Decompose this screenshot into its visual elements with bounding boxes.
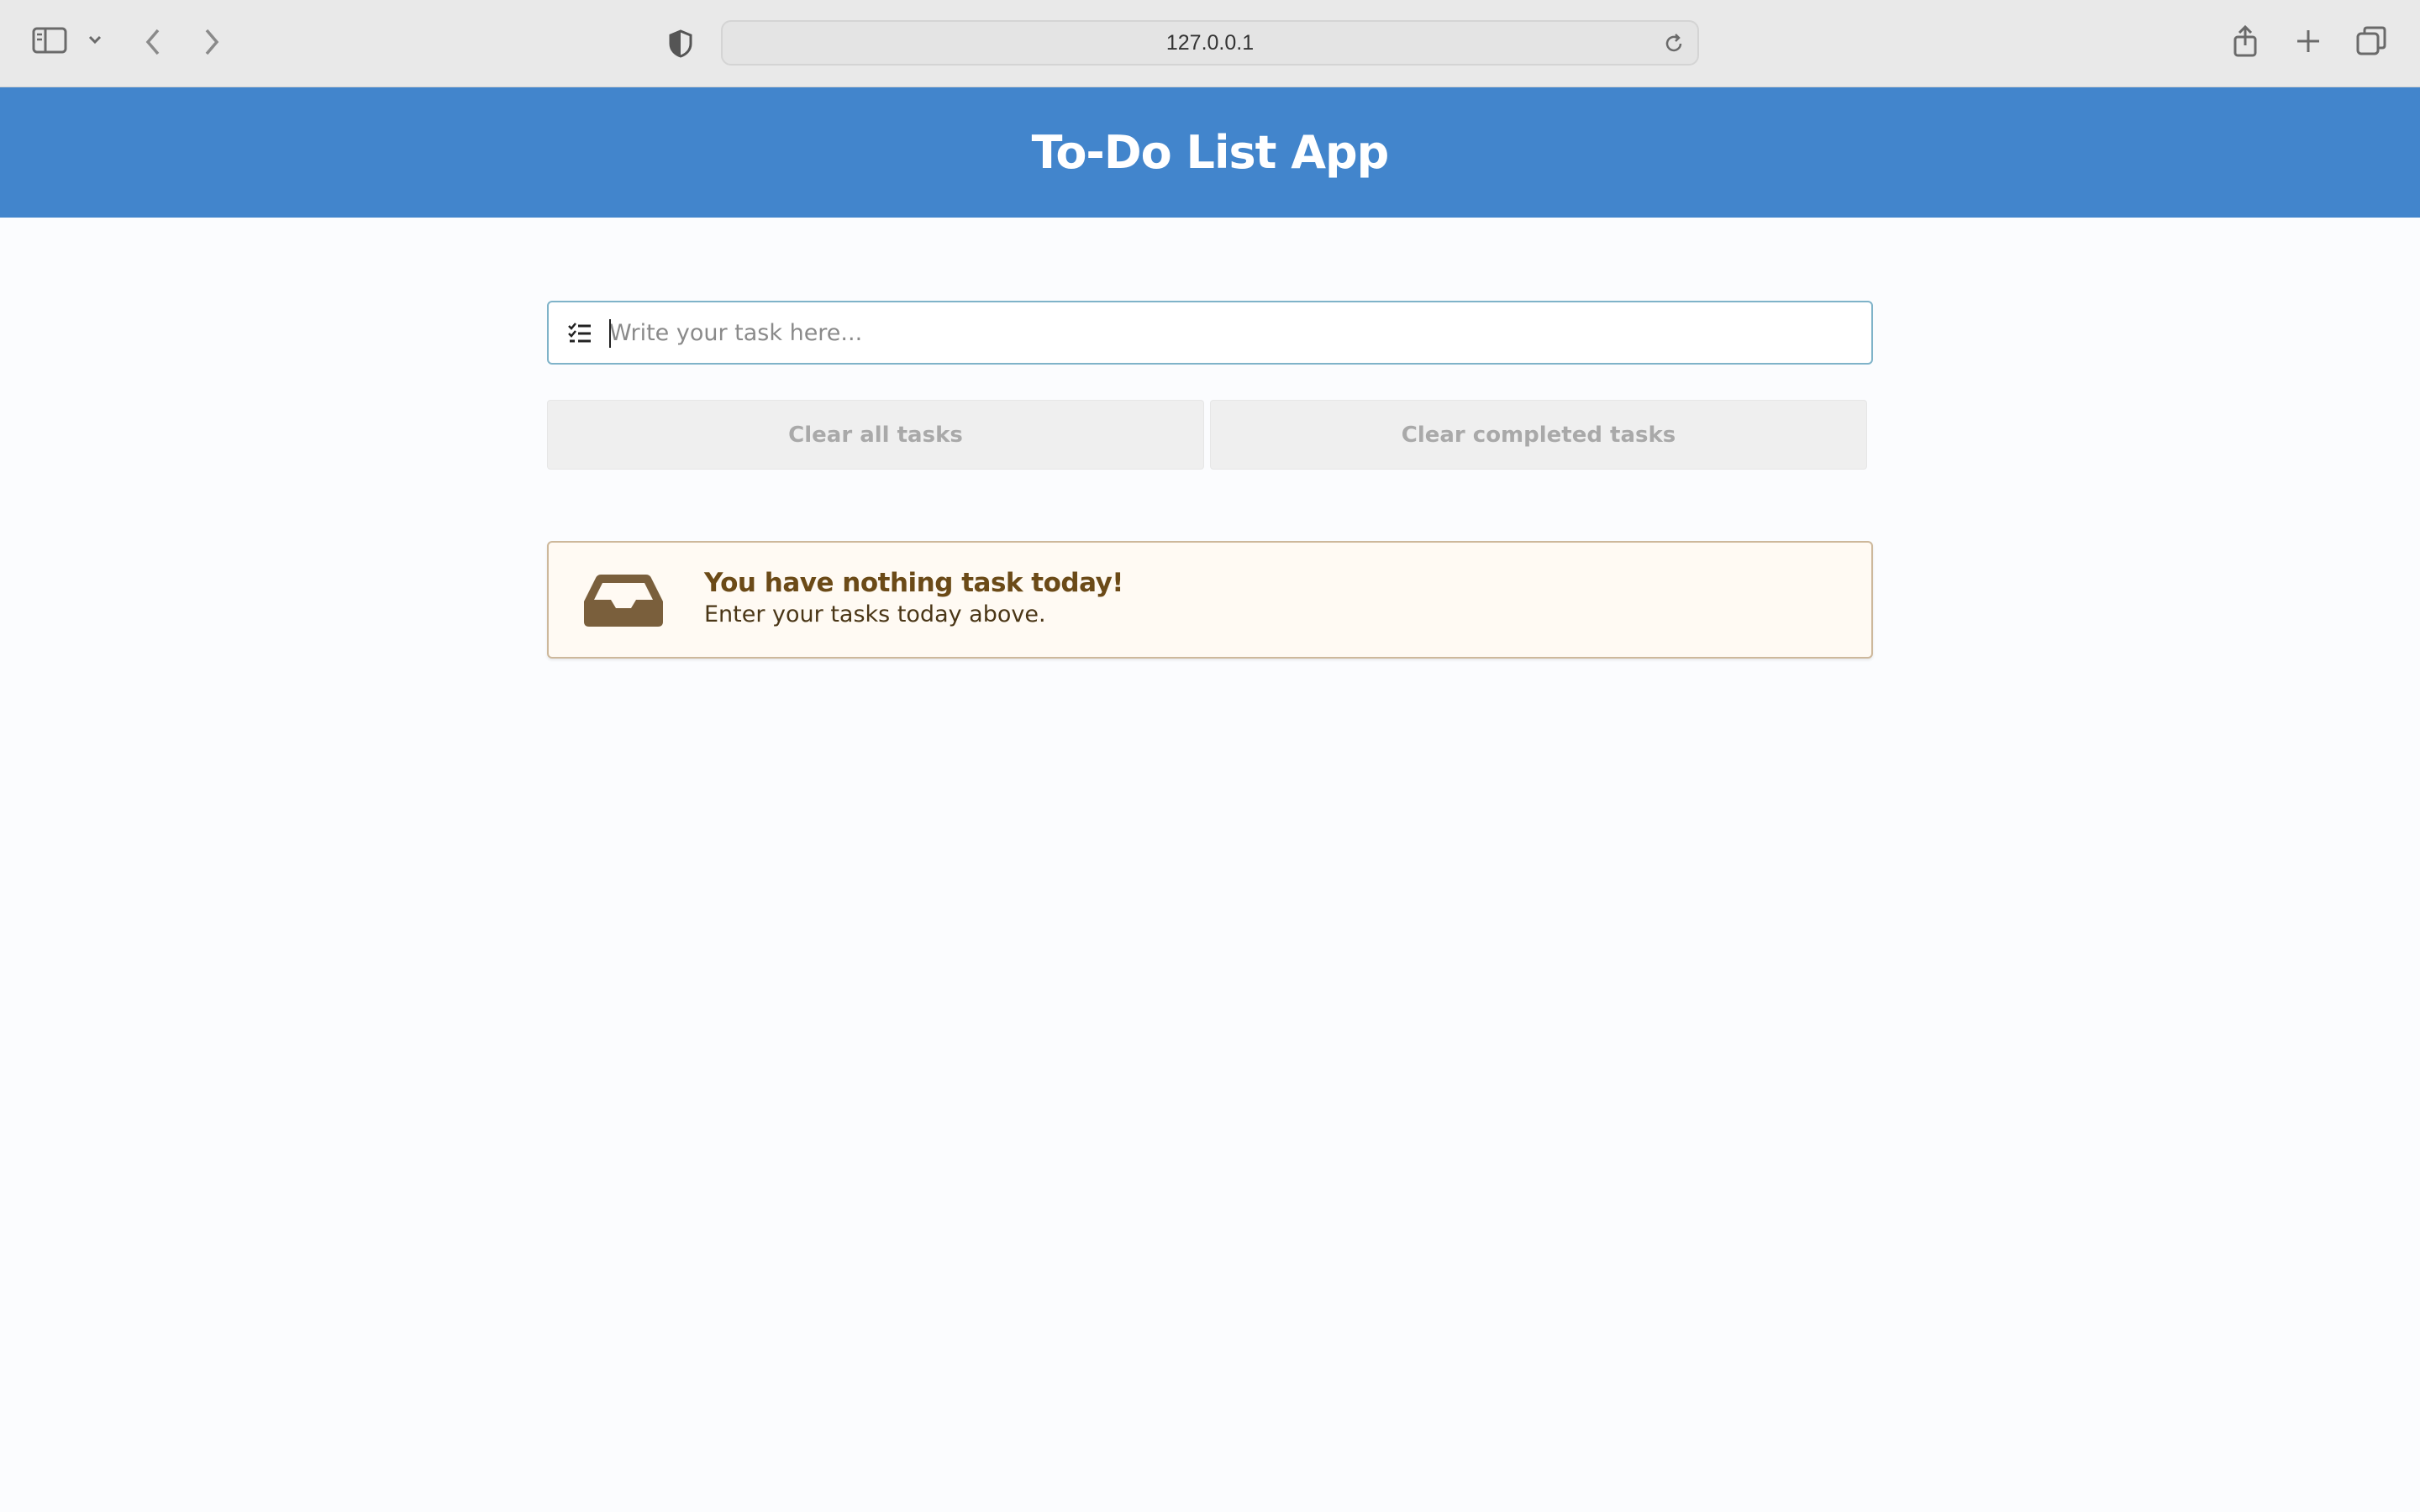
page-title: To-Do List App	[1031, 126, 1390, 179]
text-caret	[609, 319, 611, 348]
sidebar-icon[interactable]	[32, 25, 69, 55]
back-icon[interactable]	[143, 27, 163, 57]
clear-completed-tasks-button[interactable]: Clear completed tasks	[1210, 400, 1867, 470]
task-input[interactable]	[609, 302, 1853, 363]
inbox-icon	[582, 573, 665, 633]
clear-all-tasks-button[interactable]: Clear all tasks	[547, 400, 1204, 470]
task-input-container[interactable]	[547, 301, 1873, 365]
app-header: To-Do List App	[0, 87, 2420, 218]
forward-icon[interactable]	[202, 27, 222, 57]
empty-state-title: You have nothing task today!	[704, 568, 1123, 598]
share-icon[interactable]	[2230, 24, 2260, 59]
chevron-down-icon[interactable]	[87, 34, 103, 45]
url-text: 127.0.0.1	[1165, 30, 1255, 55]
empty-state-message: You have nothing task today! Enter your …	[547, 541, 1873, 659]
plus-icon[interactable]	[2294, 27, 2323, 55]
task-list-icon	[567, 321, 592, 350]
address-bar[interactable]: 127.0.0.1	[721, 20, 1699, 66]
tabs-overview-icon[interactable]	[2354, 25, 2388, 57]
browser-toolbar: 127.0.0.1	[0, 0, 2420, 87]
reload-icon[interactable]	[1662, 32, 1686, 55]
shield-icon[interactable]	[667, 29, 694, 59]
empty-state-subtitle: Enter your tasks today above.	[704, 601, 1046, 627]
